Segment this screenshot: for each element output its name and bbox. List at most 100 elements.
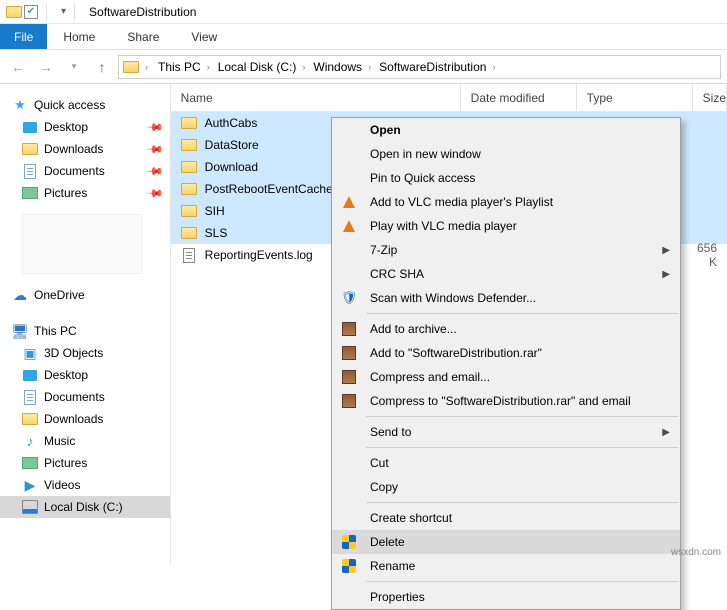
file-name: Download <box>205 160 258 174</box>
file-name: AuthCabs <box>205 116 258 130</box>
crumb-swdist[interactable]: SoftwareDistribution <box>379 60 486 74</box>
pin-icon: 📌 <box>145 140 164 159</box>
ctx-send-to[interactable]: Send to▶ <box>332 420 680 444</box>
col-date[interactable]: Date modified <box>461 84 577 111</box>
tab-home[interactable]: Home <box>47 24 111 49</box>
folder-icon <box>22 143 38 155</box>
nav-back[interactable]: ← <box>6 55 30 79</box>
pin-icon: 📌 <box>145 184 164 203</box>
pictures-icon <box>22 187 38 199</box>
tab-view[interactable]: View <box>175 24 233 49</box>
context-menu: Open Open in new window Pin to Quick acc… <box>331 117 681 610</box>
rar-icon <box>340 368 358 386</box>
ribbon-tabs: File Home Share View <box>0 24 727 50</box>
ctx-7zip[interactable]: 7-Zip▶ <box>332 238 680 262</box>
ctx-delete[interactable]: Delete <box>332 530 680 554</box>
qat-checkbox[interactable]: ✔ <box>24 5 38 19</box>
folder-icon <box>181 161 197 173</box>
watermark: wsxdn.com <box>671 547 721 558</box>
file-name: SLS <box>205 226 228 240</box>
file-name: PostRebootEventCache <box>205 182 333 196</box>
col-name[interactable]: Name <box>171 84 461 111</box>
ctx-compress-email[interactable]: Compress and email... <box>332 365 680 389</box>
ctx-create-shortcut[interactable]: Create shortcut <box>332 506 680 530</box>
sidebar-item-videos[interactable]: ▶Videos <box>0 474 170 496</box>
file-name: SIH <box>205 204 225 218</box>
rar-icon <box>340 392 358 410</box>
folder-icon <box>181 139 197 151</box>
sidebar-item-pictures[interactable]: Pictures📌 <box>0 182 170 204</box>
desktop-icon <box>23 122 37 133</box>
file-icon <box>183 248 195 263</box>
ctx-rename[interactable]: Rename <box>332 554 680 578</box>
title-bar: ✔ ▾ SoftwareDistribution <box>0 0 727 24</box>
desktop-icon <box>23 370 37 381</box>
navigation-pane: ★ Quick access Desktop📌 Downloads📌 Docum… <box>0 84 171 564</box>
sidebar-item-3dobjects[interactable]: ▣3D Objects <box>0 342 170 364</box>
nav-recent[interactable]: ▾ <box>62 55 86 79</box>
sidebar-item-documents[interactable]: Documents📌 <box>0 160 170 182</box>
nav-fwd[interactable]: → <box>34 55 58 79</box>
sidebar-item-documents2[interactable]: Documents <box>0 386 170 408</box>
ctx-open[interactable]: Open <box>332 118 680 142</box>
col-type[interactable]: Type <box>577 84 693 111</box>
submenu-arrow-icon: ▶ <box>662 269 670 280</box>
ctx-properties[interactable]: Properties <box>332 585 680 609</box>
ctx-open-new-window[interactable]: Open in new window <box>332 142 680 166</box>
crumb-c[interactable]: Local Disk (C:) <box>218 60 297 74</box>
sidebar-thispc[interactable]: 🖥This PC <box>0 320 170 342</box>
address-bar: ← → ▾ ↑ › This PC› Local Disk (C:)› Wind… <box>0 50 727 84</box>
sidebar-item-desktop[interactable]: Desktop📌 <box>0 116 170 138</box>
sidebar-item-downloads2[interactable]: Downloads <box>0 408 170 430</box>
ctx-cut[interactable]: Cut <box>332 451 680 475</box>
ctx-vlc-add[interactable]: Add to VLC media player's Playlist <box>332 190 680 214</box>
sidebar-item-downloads[interactable]: Downloads📌 <box>0 138 170 160</box>
vlc-icon <box>340 193 358 211</box>
objects-icon: ▣ <box>22 345 38 361</box>
file-size: 656 K <box>693 241 727 269</box>
uac-shield-icon <box>340 533 358 551</box>
column-headers: Name Date modified Type Size <box>171 84 727 112</box>
cloud-icon: ☁ <box>12 287 28 303</box>
folder-icon <box>181 117 197 129</box>
vlc-icon <box>340 217 358 235</box>
folder-icon <box>181 183 197 195</box>
documents-icon <box>24 164 36 179</box>
star-icon: ★ <box>12 97 28 113</box>
breadcrumb[interactable]: › This PC› Local Disk (C:)› Windows› Sof… <box>118 55 721 79</box>
ctx-vlc-play[interactable]: Play with VLC media player <box>332 214 680 238</box>
nav-up[interactable]: ↑ <box>90 55 114 79</box>
sidebar-quick-access[interactable]: ★ Quick access <box>0 94 170 116</box>
ctx-compress-to-email[interactable]: Compress to "SoftwareDistribution.rar" a… <box>332 389 680 413</box>
videos-icon: ▶ <box>22 477 38 493</box>
uac-shield-icon <box>340 557 358 575</box>
sidebar-item-localdisk[interactable]: Local Disk (C:) <box>0 496 170 518</box>
ctx-add-archive[interactable]: Add to archive... <box>332 317 680 341</box>
pc-icon: 🖥 <box>12 323 28 339</box>
disk-icon <box>22 500 38 514</box>
documents-icon <box>24 390 36 405</box>
folder-icon <box>181 205 197 217</box>
crumb-thispc[interactable]: This PC <box>158 60 201 74</box>
ctx-crcsha[interactable]: CRC SHA▶ <box>332 262 680 286</box>
file-name: ReportingEvents.log <box>205 248 313 262</box>
window-title: SoftwareDistribution <box>89 5 196 19</box>
col-size[interactable]: Size <box>693 84 727 111</box>
crumb-windows[interactable]: Windows <box>313 60 362 74</box>
pictures-icon <box>22 457 38 469</box>
sidebar-onedrive[interactable]: ☁OneDrive <box>0 284 170 306</box>
app-icon <box>6 6 22 18</box>
ctx-pin-quick-access[interactable]: Pin to Quick access <box>332 166 680 190</box>
sidebar-item-desktop2[interactable]: Desktop <box>0 364 170 386</box>
tab-share[interactable]: Share <box>111 24 175 49</box>
ctx-copy[interactable]: Copy <box>332 475 680 499</box>
pin-icon: 📌 <box>145 162 164 181</box>
folder-icon <box>22 413 38 425</box>
file-tab[interactable]: File <box>0 24 47 49</box>
sidebar-item-pictures2[interactable]: Pictures <box>0 452 170 474</box>
sidebar-item-music[interactable]: ♪Music <box>0 430 170 452</box>
rar-icon <box>340 320 358 338</box>
ctx-defender[interactable]: 🛡Scan with Windows Defender... <box>332 286 680 310</box>
ctx-add-to-rar[interactable]: Add to "SoftwareDistribution.rar" <box>332 341 680 365</box>
music-icon: ♪ <box>22 433 38 449</box>
